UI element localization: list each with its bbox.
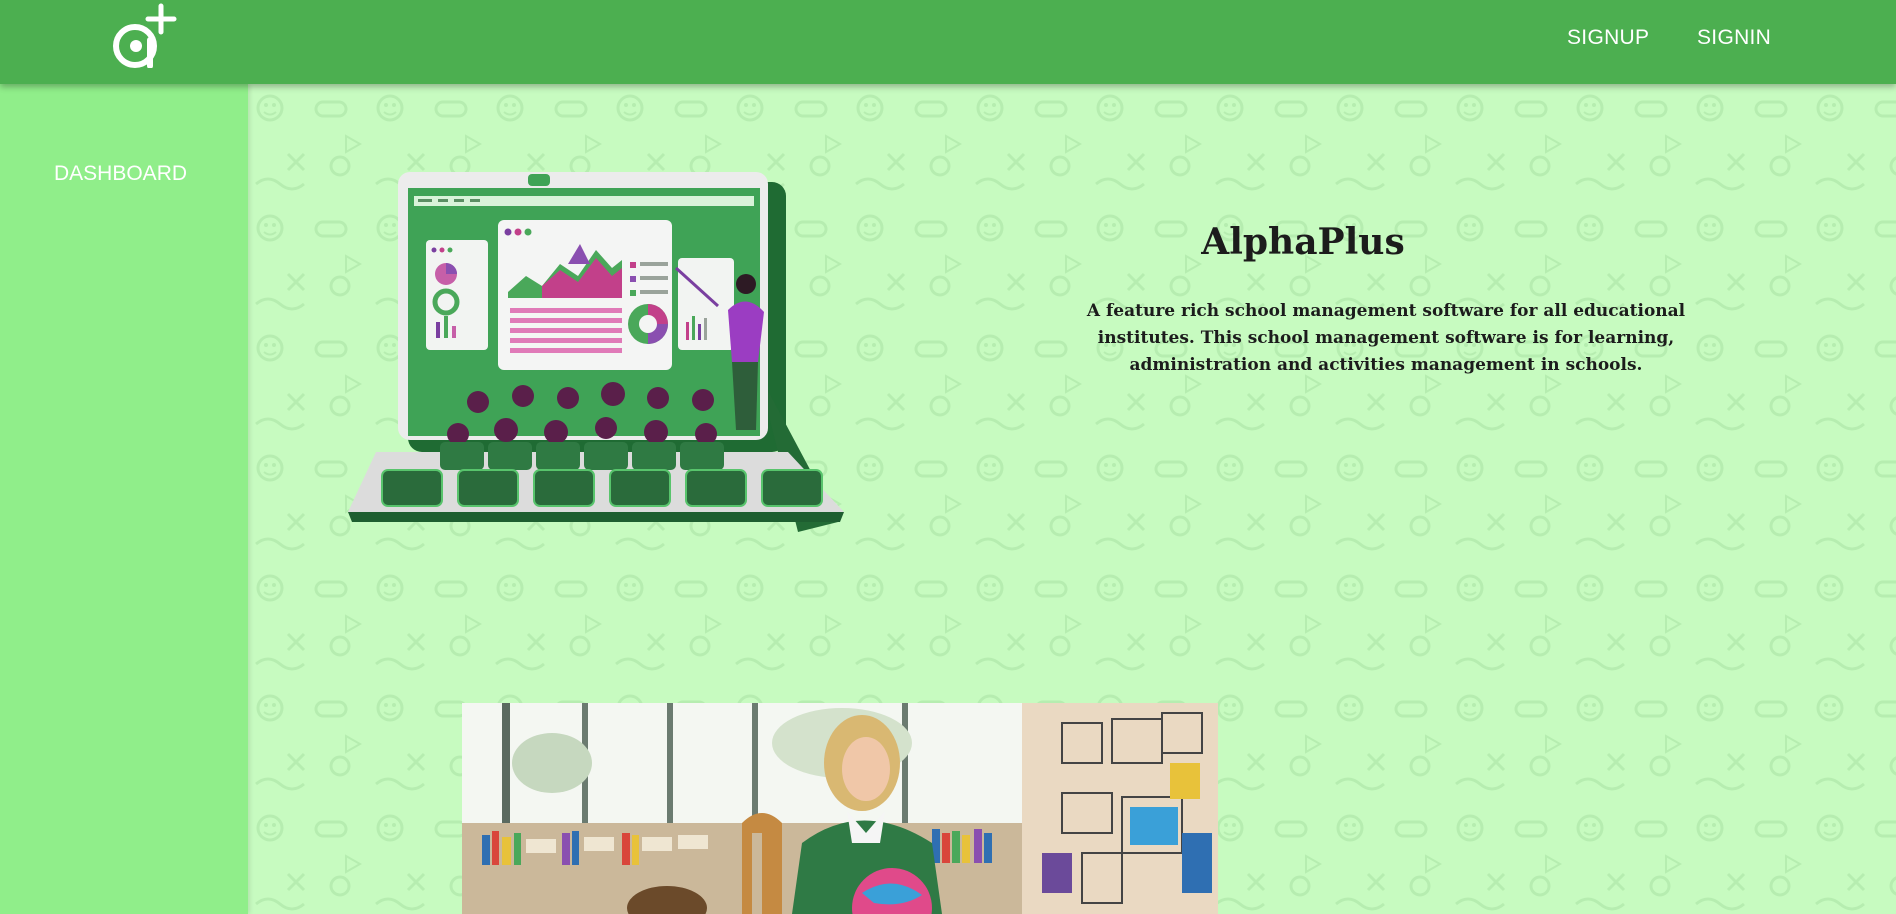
hero-title: AlphaPlus — [1201, 221, 1405, 263]
alphaplus-logo-icon[interactable] — [110, 2, 178, 69]
hero-description: A feature rich school management softwar… — [1086, 301, 1686, 375]
signup-link[interactable]: SIGNUP — [1567, 26, 1649, 50]
top-navbar: SIGNUP SIGNIN — [0, 0, 1896, 84]
main-content: AlphaPlus A feature rich school manageme… — [248, 84, 1896, 914]
sidebar: DASHBOARD — [0, 84, 248, 914]
laptop-classroom-illustration — [348, 172, 844, 532]
sidebar-item-dashboard[interactable]: DASHBOARD — [54, 162, 187, 186]
signin-link[interactable]: SIGNIN — [1697, 26, 1771, 50]
teacher-classroom-photo — [462, 703, 1218, 914]
